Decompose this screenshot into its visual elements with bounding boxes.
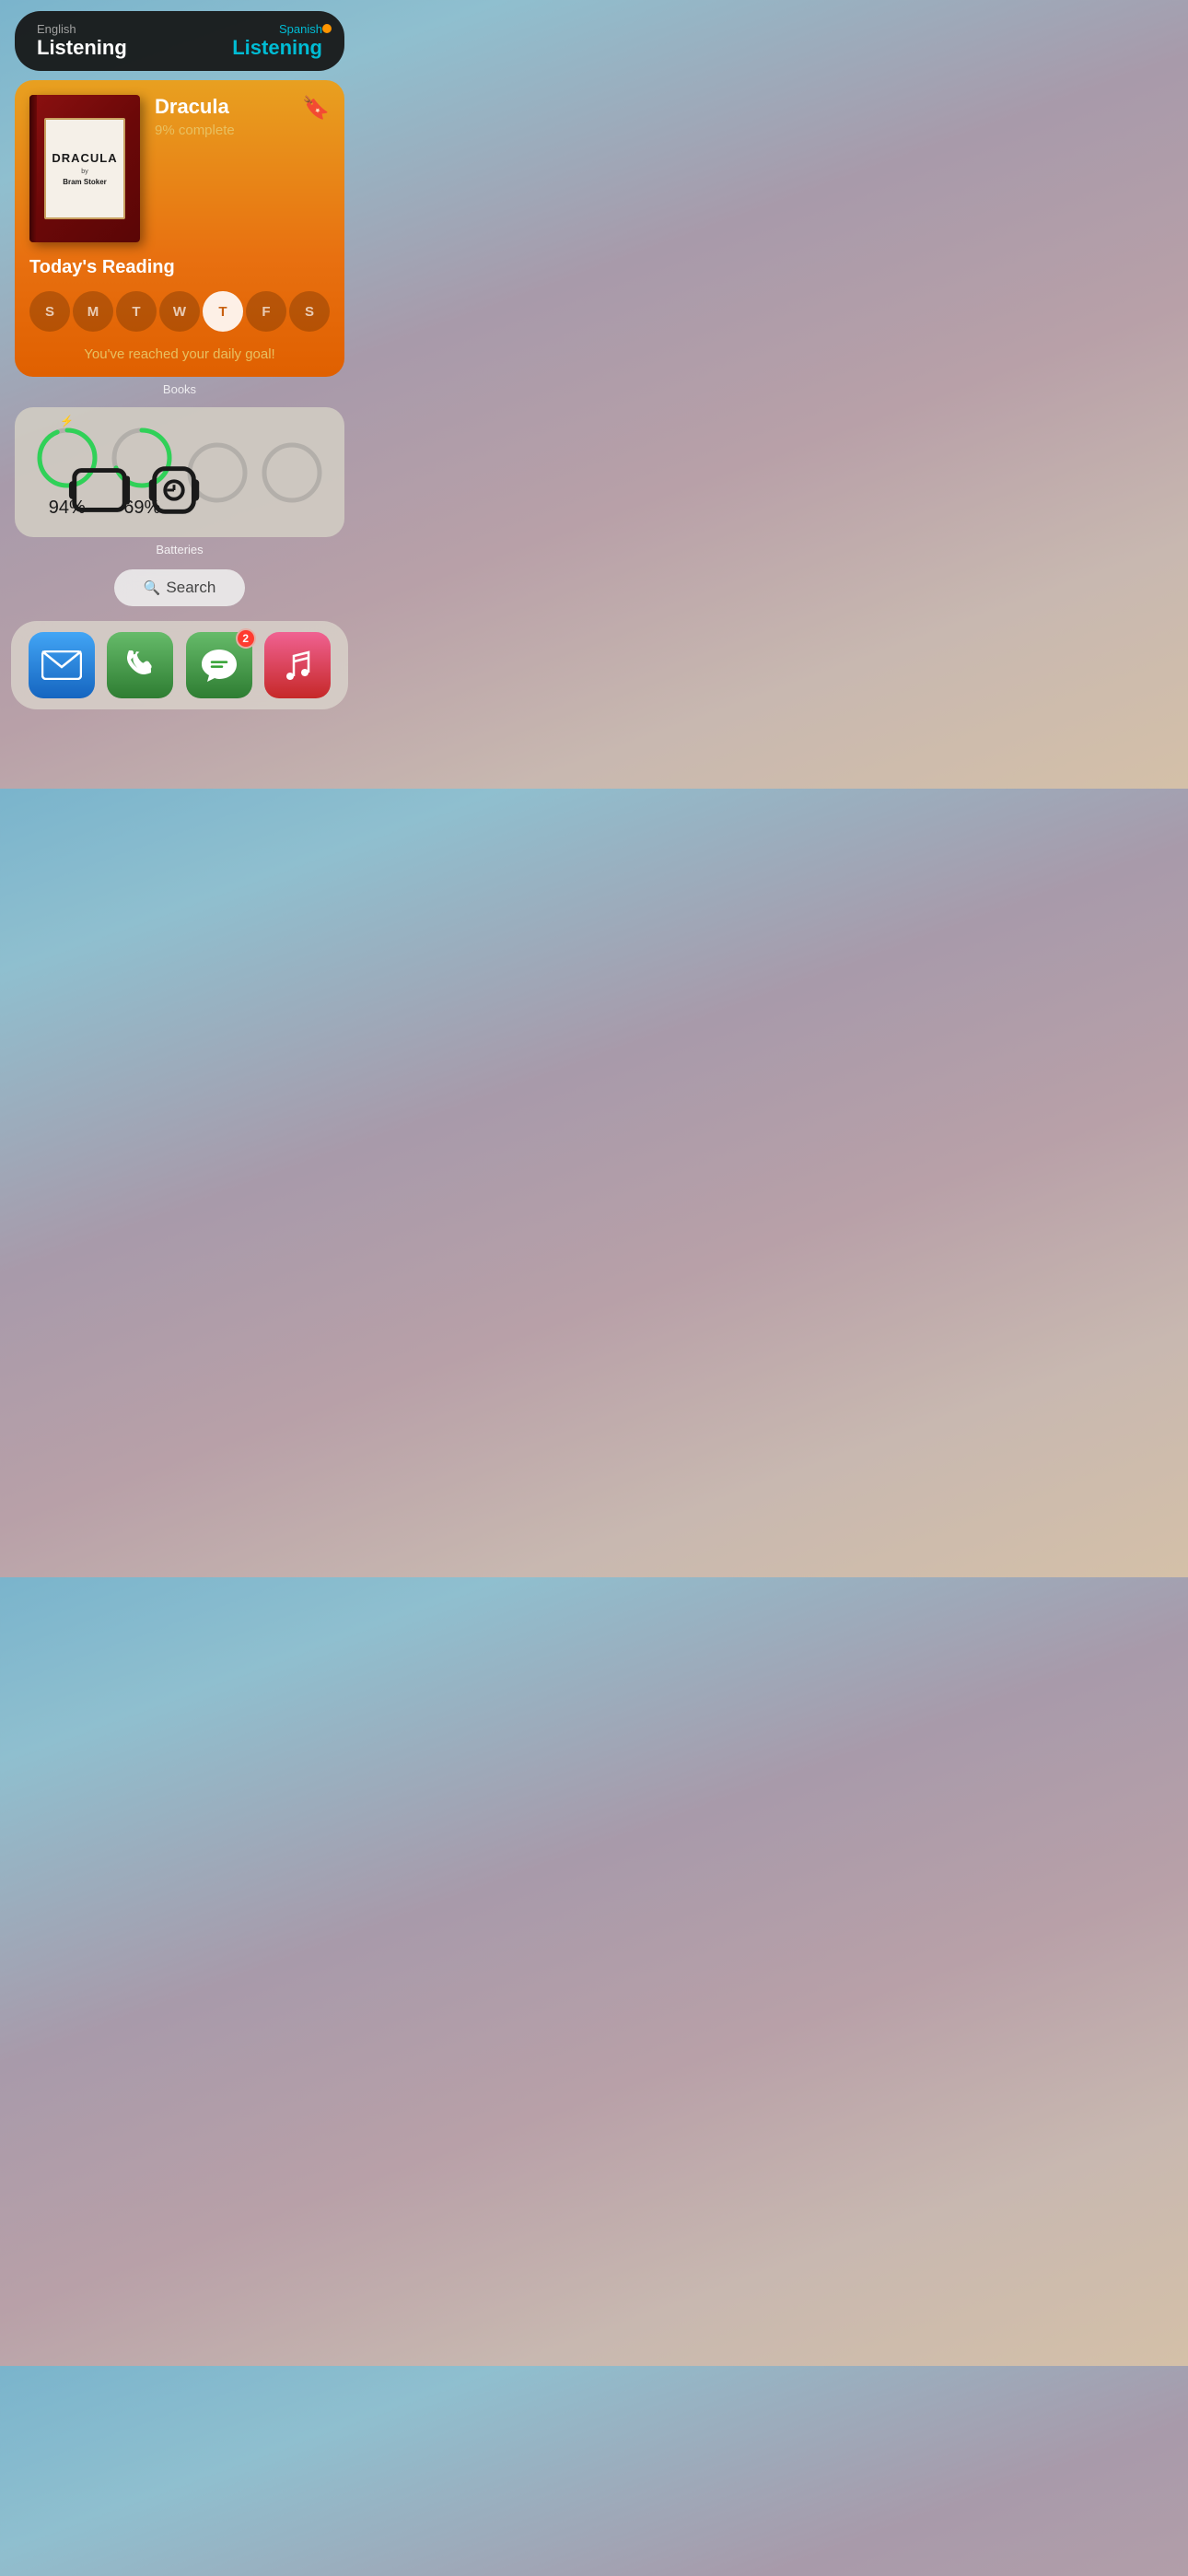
battery-item-3 [260,440,324,505]
english-label: English [37,22,127,36]
todays-reading-label: Today's Reading [29,257,330,278]
days-row: SMTWTFS [29,291,330,332]
book-cover-by: by [81,169,87,175]
search-button[interactable]: 🔍 Search [114,569,246,606]
day-circle-F-5: F [246,291,286,332]
day-circle-M-1: M [73,291,113,332]
batteries-row: ⚡94%69% [29,426,330,519]
book-cover-author: Bram Stoker [63,178,107,186]
book-cover: DRACULA by Bram Stoker [29,95,140,242]
dock-app-messages[interactable]: 2 [186,632,252,698]
book-cover-title: DRACULA [52,151,117,166]
battery-ring-0: ⚡ [35,426,99,490]
search-label: Search [166,579,215,597]
day-circle-T-2: T [116,291,157,332]
daily-goal-text: You've reached your daily goal! [29,346,330,362]
dock-app-phone[interactable] [107,632,173,698]
battery-ring-3 [260,440,324,505]
dock-app-mail[interactable] [29,632,95,698]
books-widget[interactable]: DRACULA by Bram Stoker Dracula 9% comple… [15,80,344,377]
books-widget-label: Books [0,382,359,396]
book-cover-inner: DRACULA by Bram Stoker [44,118,125,219]
day-circle-W-3: W [159,291,200,332]
bookmark-icon: 🔖 [302,95,330,122]
day-circle-S-0: S [29,291,70,332]
language-bar[interactable]: English Listening Spanish Listening [15,11,344,71]
orange-dot-indicator [322,24,332,33]
batteries-widget: ⚡94%69% [15,407,344,537]
batteries-widget-label: Batteries [0,543,359,556]
spanish-mode: Listening [232,36,322,60]
english-mode: Listening [37,36,127,60]
phone-icon [123,649,157,682]
day-circle-T-4: T [203,291,243,332]
spanish-label: Spanish [232,22,322,36]
day-circle-S-6: S [289,291,330,332]
battery-item-0: ⚡94% [35,426,99,519]
music-icon [281,647,314,684]
book-spine [29,95,37,242]
dock: 2 [11,621,348,709]
book-content: DRACULA by Bram Stoker Dracula 9% comple… [29,95,330,242]
search-container: 🔍 Search [0,569,359,606]
messages-icon [199,645,239,685]
search-icon: 🔍 [144,580,161,596]
english-section: English Listening [37,22,127,60]
dock-app-music[interactable] [264,632,331,698]
spanish-section: Spanish Listening [232,22,322,60]
badge-messages: 2 [236,628,256,649]
mail-icon [41,650,82,680]
book-progress: 9% complete [155,123,330,138]
